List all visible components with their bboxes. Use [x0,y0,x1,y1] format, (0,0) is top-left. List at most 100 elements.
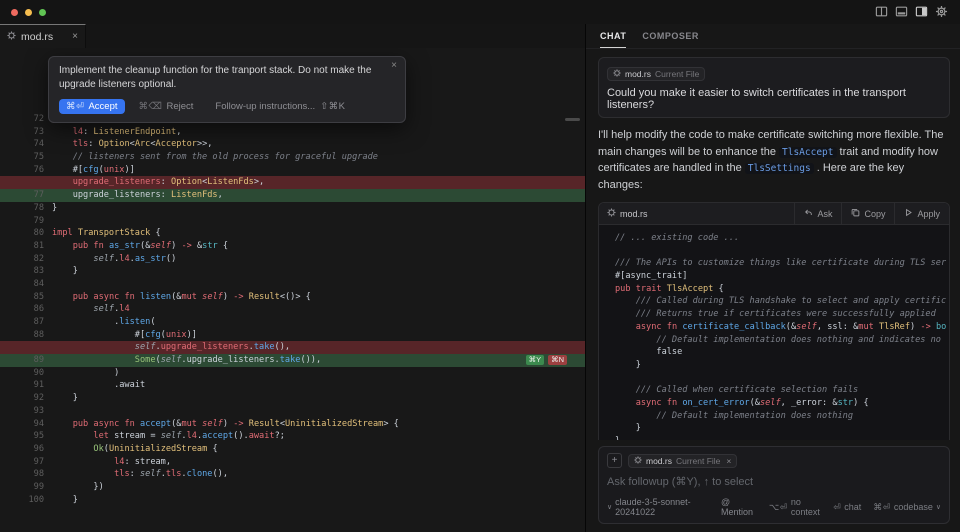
user-message-text: Could you make it easier to switch certi… [607,87,941,111]
toggle-sidebar-icon[interactable] [915,5,928,18]
code-token: /// Returns true if certificates were su… [615,309,936,319]
code-token: fn [93,241,103,251]
editor-line: 81 pub fn as_str(&self) -> &str { [0,240,585,253]
code-token: .await [52,380,145,390]
line-number: 85 [0,291,46,304]
code-line: pub trait TlsAccept { [609,283,949,296]
line-number: 94 [0,418,46,431]
no-context-shortcut[interactable]: ⌥⏎ no context [769,497,821,517]
add-context-button[interactable]: + [607,453,622,468]
code-token: (). [233,431,249,441]
code-token: async [93,292,119,302]
chat-input[interactable]: + mod.rs Current File × Ask followup (⌘Y… [598,446,950,524]
line-number: 73 [0,126,46,139]
context-chip[interactable]: mod.rs Current File × [628,454,737,468]
code-token: self [161,355,182,365]
code-token: { [207,444,217,454]
line-content: /// Called during TLS handshake to selec… [615,295,946,308]
close-tab-icon[interactable]: × [72,31,78,42]
chat-shortcut[interactable]: ⏎ chat [833,502,861,513]
code-line: /// The APIs to customize things like ce… [609,257,949,270]
tab-chat[interactable]: CHAT [600,24,626,48]
toggle-panel-icon[interactable] [895,5,908,18]
code-token: (& [750,398,760,408]
code-token: )] [187,330,197,340]
line-content: #[cfg(unix)] [52,329,197,342]
inline-code: TlsAccept [779,147,836,158]
code-token: ) [223,419,233,429]
code-token: on_cert_error [682,398,749,408]
editor-line: 92 } [0,392,585,405]
code-token: upgrade_listeners [73,177,161,187]
accept-shortcut: ⌘⏎ [66,101,84,112]
line-number: 82 [0,253,46,266]
line-content: self.upgrade_listeners.take(), [52,341,290,354]
copy-icon [851,208,860,219]
code-token: (), [275,342,291,352]
code-token: l4 [187,431,197,441]
zoom-window-button[interactable] [39,9,46,16]
editor-line: 77 upgrade_listeners: ListenFds, [0,189,585,202]
remove-chip-icon[interactable]: × [726,456,731,466]
code-token: // ... existing code ... [615,233,739,243]
editor-tabbar: mod.rs × [0,24,585,48]
model-selector[interactable]: ∨ claude-3-5-sonnet-20241022 [607,497,709,517]
copy-button[interactable]: Copy [841,203,894,224]
line-content: pub async fn listen(&mut self) -> Result… [52,291,311,304]
editor-line: 83 } [0,265,585,278]
keys: ⌥⏎ [769,502,788,513]
code-token: Result [249,292,280,302]
code-token: tls [73,139,89,149]
apply-button[interactable]: Apply [894,203,949,224]
editor-line: self.upgrade_listeners.take(), [0,341,585,354]
line-number: 93 [0,405,46,418]
code-token: , ssl: & [817,322,858,332]
accept-diff-badge[interactable]: ⌘Y [526,355,545,365]
line-content: .await [52,379,145,392]
line-content: pub async fn accept(&mut self) -> Result… [52,418,399,431]
scrollbar-thumb[interactable] [565,118,580,121]
line-content: .listen( [52,316,156,329]
model-name: claude-3-5-sonnet-20241022 [615,497,709,517]
code-token: #[async_trait] [615,271,687,281]
code-token: fn [124,292,134,302]
code-token: (& [171,292,181,302]
code-token: Acceptor [156,139,197,149]
code-token: : stream, [124,457,171,467]
tab-composer[interactable]: COMPOSER [642,24,699,48]
tab-mod-rs[interactable]: mod.rs × [0,24,86,48]
line-content: } [52,202,57,215]
apply-label: Apply [917,209,940,219]
mention-button[interactable]: @ Mention [721,497,757,517]
code-token: ?; [275,431,285,441]
followup-instructions-button[interactable]: Follow-up instructions... ⇧⌘K [215,101,345,112]
reject-button[interactable]: ⌘⌫ Reject [139,101,194,112]
reject-diff-badge[interactable]: ⌘N [548,355,567,365]
line-number: 87 [0,316,46,329]
codebase-shortcut[interactable]: ⌘⏎ codebase ∨ [873,502,941,513]
followup-label: Follow-up instructions... [215,101,315,112]
context-chip[interactable]: mod.rs Current File [607,67,705,81]
split-editor-icon[interactable] [875,5,888,18]
line-content: Some(self.upgrade_listeners.take()), [52,354,321,367]
code-token: upgrade_listeners [161,342,249,352]
line-content: false [615,346,682,359]
code-token [52,241,73,251]
code-block: mod.rs Ask [598,202,950,440]
ask-button[interactable]: Ask [794,203,841,224]
code-editor[interactable]: 72pub(crate) struct TransportStack {73 l… [0,48,585,532]
settings-gear-icon[interactable] [935,5,948,18]
line-number: 100 [0,494,46,507]
code-token: ListenFds [207,177,254,187]
editor-line: 93 [0,405,585,418]
accept-button[interactable]: ⌘⏎ Accept [59,99,125,114]
popup-close-icon[interactable]: × [391,60,397,71]
line-content: // Default implementation does nothing [615,410,853,423]
line-content: // listeners sent from the old process f… [52,151,378,164]
minimize-window-button[interactable] [25,9,32,16]
line-number: 96 [0,443,46,456]
code-token: Ok [93,444,103,454]
code-token: ListenerEndpoint [93,127,176,137]
close-window-button[interactable] [11,9,18,16]
editor-line: 94 pub async fn accept(&mut self) -> Res… [0,418,585,431]
